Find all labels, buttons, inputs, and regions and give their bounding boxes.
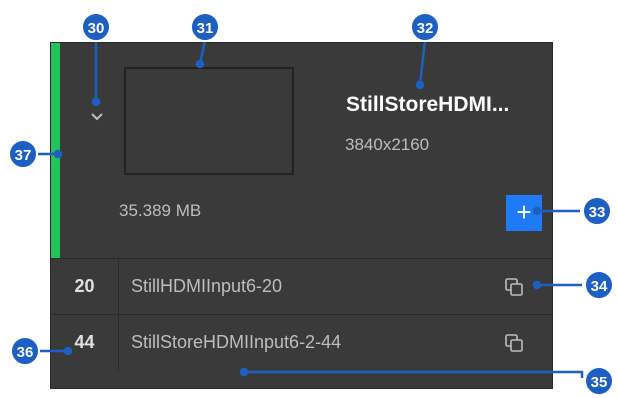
callout-badge: 33: [582, 196, 612, 226]
callout-badge: 35: [584, 366, 614, 396]
callout-leader-lines: [38, 39, 584, 378]
callout-badge: 34: [584, 270, 614, 300]
callout-badge: 37: [8, 139, 38, 169]
callout-badge: 32: [410, 12, 440, 42]
callout-badge: 31: [190, 12, 220, 42]
callout-badge: 36: [10, 336, 40, 366]
callout-badge: 30: [81, 12, 111, 42]
